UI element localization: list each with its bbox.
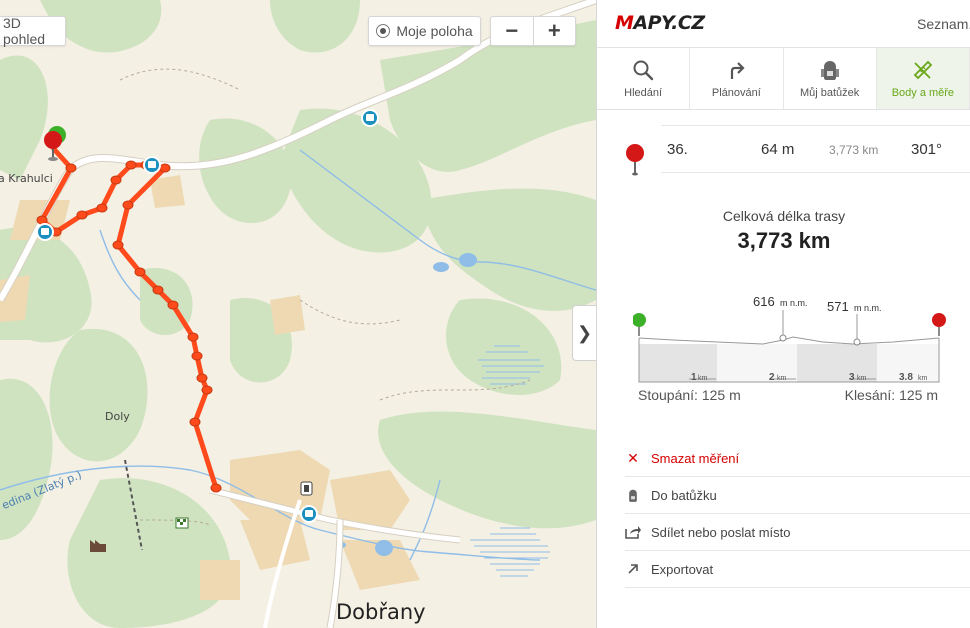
distance-tick-unit: km bbox=[777, 375, 787, 382]
total-length-label: Celková délka trasy bbox=[722, 208, 846, 224]
zoom-out-button[interactable]: − bbox=[491, 17, 533, 45]
chevron-right-icon: ❯ bbox=[576, 322, 593, 343]
share-icon bbox=[625, 525, 641, 539]
distance-tick-unit: km bbox=[698, 375, 708, 382]
route-vertex[interactable] bbox=[196, 373, 208, 383]
tab-label: Plánování bbox=[711, 86, 761, 99]
total-length-value: 3,773 km bbox=[737, 228, 831, 253]
route-vertex[interactable] bbox=[167, 300, 179, 310]
route-vertex[interactable] bbox=[110, 175, 122, 185]
side-panel: MAPY.CZ Seznam.c Hledání Plánování Můj b… bbox=[596, 0, 970, 628]
finish-flag-icon[interactable] bbox=[175, 517, 189, 529]
tab-backpack[interactable]: Můj batůžek bbox=[784, 48, 877, 109]
route-vertex[interactable] bbox=[65, 163, 77, 173]
route-vertex[interactable] bbox=[125, 160, 137, 170]
tab-search[interactable]: Hledání bbox=[597, 48, 691, 109]
info-point-icon[interactable] bbox=[300, 481, 313, 496]
tab-planning[interactable]: Plánování bbox=[690, 48, 784, 109]
distance-tick-value: 1 bbox=[691, 372, 697, 383]
map-canvas[interactable]: 3D pohled Moje poloha − + ❯ a Krahulci D… bbox=[0, 0, 596, 628]
place-label: a Krahulci bbox=[0, 172, 53, 185]
collapse-panel-button[interactable]: ❯ bbox=[572, 305, 596, 361]
action-label: Do batůžku bbox=[651, 487, 717, 503]
start-pin-icon bbox=[633, 313, 646, 336]
route-vertex[interactable] bbox=[159, 163, 171, 173]
action-label: Exportovat bbox=[651, 561, 714, 577]
point-elevation: 64 m bbox=[761, 141, 795, 158]
main-tabs: Hledání Plánování Můj batůžek Body a měř… bbox=[597, 48, 970, 110]
bus-stop-icon[interactable] bbox=[361, 109, 379, 127]
top-bar: MAPY.CZ Seznam.c bbox=[597, 0, 970, 48]
route-vertex[interactable] bbox=[96, 203, 108, 213]
backpack-icon bbox=[820, 60, 839, 80]
my-location-button[interactable]: Moje poloha bbox=[368, 16, 481, 46]
point-distance: 3,773 km bbox=[829, 143, 879, 157]
ascent-value: Stoupání: 125 m bbox=[638, 387, 741, 403]
bus-stop-icon[interactable] bbox=[300, 505, 318, 523]
zoom-in-button[interactable]: + bbox=[532, 17, 576, 45]
place-label: Doly bbox=[105, 410, 130, 423]
search-icon bbox=[633, 60, 654, 80]
peak-elevation-value: 616 bbox=[753, 294, 775, 309]
end-pin-icon bbox=[626, 144, 644, 176]
tab-label: Můj batůžek bbox=[799, 86, 860, 99]
delete-measurement-button[interactable]: ✕ Smazat měření bbox=[625, 440, 970, 477]
bus-stop-icon[interactable] bbox=[143, 156, 161, 174]
end-pin-icon bbox=[932, 313, 946, 336]
zoom-control: − + bbox=[490, 16, 576, 46]
route-vertex[interactable] bbox=[134, 267, 146, 277]
share-button[interactable]: Sdílet nebo poslat místo bbox=[625, 514, 970, 551]
distance-tick-value: 3.8 bbox=[899, 372, 913, 383]
route-vertex[interactable] bbox=[191, 351, 203, 361]
backpack-icon bbox=[625, 488, 641, 503]
peak-elevation-unit: m n.m. bbox=[780, 298, 808, 308]
route-vertex[interactable] bbox=[36, 215, 48, 225]
export-arrow-icon bbox=[625, 563, 641, 575]
tab-label: Hledání bbox=[624, 86, 663, 99]
distance-tick-value: 3 bbox=[849, 372, 855, 383]
route-vertex[interactable] bbox=[112, 240, 124, 250]
route-vertex[interactable] bbox=[201, 385, 213, 395]
action-label: Smazat měření bbox=[651, 450, 740, 466]
measure-ruler-icon bbox=[913, 60, 933, 79]
bus-stop-icon[interactable] bbox=[36, 223, 54, 241]
view-3d-label: 3D pohled bbox=[3, 15, 46, 47]
add-to-backpack-button[interactable]: Do batůžku bbox=[625, 477, 970, 514]
account-link[interactable]: Seznam.c bbox=[917, 16, 970, 32]
elevation-profile[interactable]: 616 m n.m. 571 m n.m. 1 km 2 km 3 km 3.8… bbox=[633, 292, 948, 387]
app-root: 3D pohled Moje poloha − + ❯ a Krahulci D… bbox=[0, 0, 970, 628]
route-vertex[interactable] bbox=[187, 332, 199, 342]
route-vertex[interactable] bbox=[122, 200, 134, 210]
descent-value: Klesání: 125 m bbox=[844, 387, 938, 403]
distance-tick-unit: km bbox=[918, 375, 928, 382]
distance-tick-value: 2 bbox=[769, 372, 775, 383]
town-label: Dobřany bbox=[336, 600, 426, 624]
my-location-label: Moje poloha bbox=[396, 23, 473, 39]
tab-label: Body a měře bbox=[891, 86, 955, 99]
point-angle: 301° bbox=[911, 141, 943, 158]
action-label: Sdílet nebo poslat místo bbox=[651, 524, 791, 540]
route-vertex[interactable] bbox=[76, 210, 88, 220]
peak-elevation-value: 571 bbox=[827, 299, 849, 314]
mapy-logo[interactable]: MAPY.CZ bbox=[615, 12, 705, 34]
route-vertex[interactable] bbox=[210, 483, 222, 493]
location-target-icon bbox=[376, 24, 391, 38]
view-3d-button[interactable]: 3D pohled bbox=[0, 15, 66, 47]
delete-x-icon: ✕ bbox=[627, 449, 639, 466]
tab-measure[interactable]: Body a měře bbox=[876, 48, 970, 109]
peak-elevation-unit: m n.m. bbox=[854, 303, 882, 313]
basemap[interactable] bbox=[0, 0, 596, 628]
distance-tick-unit: km bbox=[857, 375, 867, 382]
route-vertex[interactable] bbox=[152, 285, 164, 295]
route-vertex[interactable] bbox=[189, 417, 201, 427]
point-number: 36. bbox=[667, 141, 688, 158]
export-button[interactable]: Exportovat bbox=[625, 551, 970, 588]
route-arrow-icon bbox=[731, 61, 745, 79]
measure-point-row[interactable]: 36. 64 m 3,773 km 301° bbox=[661, 125, 970, 173]
